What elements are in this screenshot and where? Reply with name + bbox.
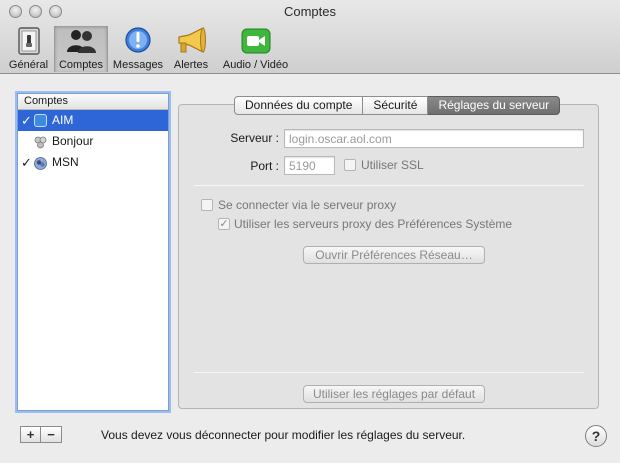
tab-account-data[interactable]: Données du compte <box>234 96 364 115</box>
tab-panel: Serveur : Port : Utiliser SSL Se connect… <box>178 104 599 409</box>
toolbar-item-label: Général <box>8 59 49 71</box>
messages-icon <box>122 26 154 56</box>
toolbar-item-label: Comptes <box>58 59 104 71</box>
server-label: Serveur : <box>230 131 279 145</box>
toolbar-item-audio-video[interactable]: Audio / Vidéo <box>217 26 294 72</box>
account-name: Bonjour <box>52 134 94 148</box>
port-field[interactable] <box>284 156 335 175</box>
window-title: Comptes <box>283 4 337 19</box>
tab-bar: Données du compte Sécurité Réglages du s… <box>234 96 561 115</box>
toolbar-item-label: Messages <box>112 59 164 71</box>
bonjour-icon <box>34 135 47 149</box>
use-ssl-label: Utiliser SSL <box>361 158 424 172</box>
account-name: AIM <box>52 113 74 127</box>
use-default-settings-button[interactable]: Utiliser les réglages par défaut <box>303 385 485 403</box>
checkmark-icon[interactable]: ✓ <box>21 110 33 131</box>
open-network-preferences-button[interactable]: Ouvrir Préférences Réseau… <box>303 246 485 264</box>
account-add-remove: + − <box>20 426 62 443</box>
accounts-list-header: Comptes <box>18 94 168 110</box>
proxy-checkbox[interactable] <box>201 199 213 211</box>
toolbar-item-general[interactable]: Général <box>5 26 52 72</box>
account-row-aim[interactable]: ✓ AIM <box>18 110 168 131</box>
proxy-label: Se connecter via le serveur proxy <box>218 198 397 212</box>
audio-video-icon <box>240 26 272 56</box>
aim-icon <box>34 114 47 127</box>
status-message: Vous devez vous déconnecter pour modifie… <box>101 428 466 442</box>
remove-account-button[interactable]: − <box>41 426 62 443</box>
msn-icon <box>34 156 47 170</box>
help-button[interactable]: ? <box>585 425 607 447</box>
tab-server-settings[interactable]: Réglages du serveur <box>428 96 561 115</box>
toolbar-item-alerts[interactable]: Alertes <box>168 26 214 72</box>
alerts-icon <box>175 26 207 56</box>
server-field[interactable] <box>284 129 584 148</box>
add-account-button[interactable]: + <box>20 426 41 443</box>
account-row-msn[interactable]: ✓ MSN <box>18 152 168 173</box>
use-ssl-checkbox[interactable] <box>344 159 356 171</box>
general-icon <box>13 26 45 56</box>
port-label: Port : <box>250 159 279 173</box>
divider <box>194 372 584 373</box>
divider <box>194 185 584 186</box>
accounts-icon <box>65 26 97 56</box>
toolbar-item-label: Alertes <box>173 59 209 71</box>
account-row-bonjour[interactable]: Bonjour <box>18 131 168 152</box>
toolbar-item-accounts[interactable]: Comptes <box>54 26 108 72</box>
system-proxy-checkbox[interactable]: ✓ <box>218 218 230 230</box>
toolbar-item-label: Audio / Vidéo <box>222 59 289 71</box>
system-proxy-label: Utiliser les serveurs proxy des Préféren… <box>234 217 513 231</box>
account-name: MSN <box>52 155 79 169</box>
window-toolbar: Comptes Général Comptes Messages Alertes… <box>0 0 620 74</box>
tab-security[interactable]: Sécurité <box>363 96 429 115</box>
checkmark-icon[interactable]: ✓ <box>21 152 33 173</box>
accounts-list[interactable]: Comptes ✓ AIM Bonjour ✓ MSN <box>17 93 169 411</box>
toolbar-item-messages[interactable]: Messages <box>111 26 165 72</box>
